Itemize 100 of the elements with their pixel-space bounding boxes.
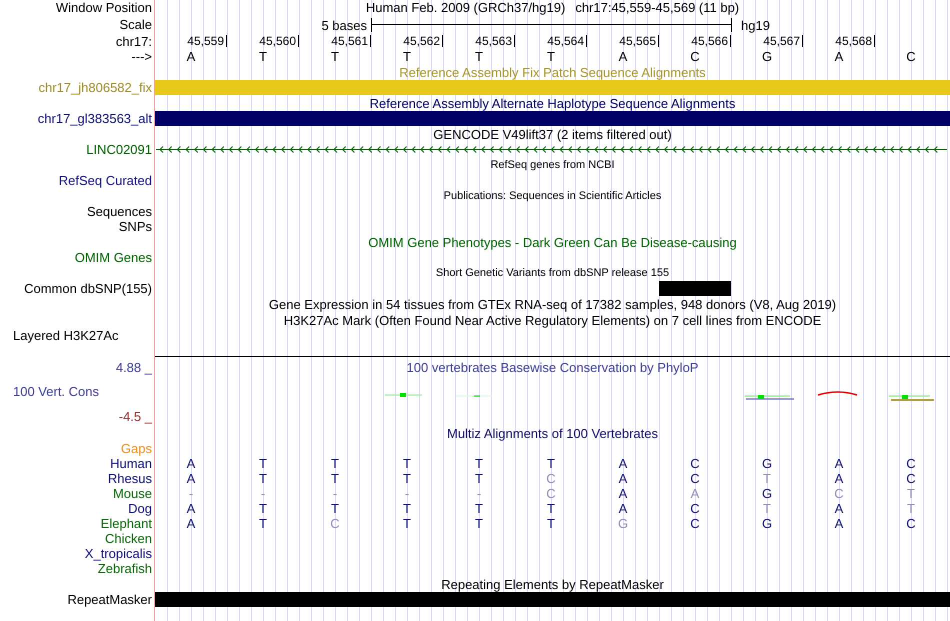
ruler-tick-label: 45,563 — [475, 35, 515, 47]
base-letter: T — [259, 49, 267, 64]
track-label[interactable]: Window Position — [56, 0, 152, 15]
ruler-tick-label: 45,560 — [259, 35, 299, 47]
track-label[interactable]: chr17: — [116, 34, 152, 48]
aligned-base: A — [834, 501, 844, 516]
track-label[interactable]: Layered H3K27Ac — [13, 328, 119, 343]
aligned-base: A — [186, 456, 196, 471]
track-label[interactable]: Common dbSNP(155) — [24, 281, 152, 296]
aligned-base: A — [690, 486, 700, 501]
base-letter: A — [618, 49, 628, 64]
aligned-base: A — [186, 471, 196, 486]
base-letter: C — [690, 49, 700, 64]
track-title: Multiz Alignments of 100 Vertebrates — [446, 426, 658, 440]
track-label[interactable]: Rhesus — [108, 471, 152, 486]
aligned-base: C — [546, 471, 556, 486]
aligned-base: A — [834, 471, 844, 486]
aligned-base: T — [547, 501, 555, 516]
base-letter: C — [906, 49, 916, 64]
track-label[interactable]: Dog — [128, 501, 152, 516]
aligned-base: T — [259, 471, 267, 486]
track-label[interactable]: chr17_gl383563_alt — [38, 111, 152, 126]
track-label[interactable]: Zebrafish — [98, 561, 152, 576]
track-title: OMIM Gene Phenotypes - Dark Green Can Be Disease-causing — [368, 234, 737, 250]
track-title: GENCODE V49lift37 (2 items filtered out) — [433, 126, 672, 142]
ruler-tick-label: 45,568 — [835, 35, 875, 47]
ruler-tick-label: 45,565 — [619, 35, 659, 47]
aligned-base: C — [690, 456, 700, 471]
aligned-base: C — [330, 516, 340, 531]
track-label[interactable]: Elephant — [100, 516, 152, 531]
track-title: Short Genetic Variants from dbSNP release 155 — [436, 266, 670, 280]
track-title: H3K27Ac Mark (Often Found Near Active Regulatory Elements) on 7 cell lines from ENCODE — [284, 312, 822, 328]
aligned-base: T — [331, 471, 339, 486]
track-label[interactable]: Chicken — [105, 531, 152, 546]
aligned-base: C — [690, 501, 700, 516]
aligned-base: A — [618, 471, 628, 486]
base-letter: T — [475, 49, 483, 64]
aligned-base: C — [906, 456, 916, 471]
aligned-base: T — [763, 501, 771, 516]
track-title: Publications: Sequences in Scientific Articles — [444, 189, 662, 203]
aligned-base: A — [186, 516, 196, 531]
gene-feature-drawing[interactable] — [156, 146, 948, 153]
aligned-base: T — [403, 516, 411, 531]
base-letter: T — [547, 49, 555, 64]
aligned-base: - — [404, 486, 410, 501]
track-label[interactable]: OMIM Genes — [74, 250, 152, 265]
base-letter: T — [331, 49, 339, 64]
aligned-base: C — [690, 516, 700, 531]
aligned-base: C — [834, 486, 844, 501]
track-title: 100 vertebrates Basewise Conservation by PhyloP — [406, 360, 698, 375]
aligned-base: T — [763, 471, 771, 486]
aligned-base: T — [403, 456, 411, 471]
base-letter: T — [403, 49, 411, 64]
aligned-base: T — [259, 501, 267, 516]
scale-assembly: hg19 — [741, 18, 770, 32]
aligned-base: C — [690, 471, 700, 486]
track-label[interactable]: 100 Vert. Cons — [0, 384, 152, 399]
aligned-base: T — [475, 501, 483, 516]
assembly-name: Human Feb. 2009 (GRCh37/hg19) — [366, 0, 566, 15]
track-label[interactable]: LINC02091 — [86, 142, 152, 157]
track-title: Reference Assembly Alternate Haplotype Sequence Alignments — [370, 96, 736, 110]
aligned-base: - — [332, 486, 338, 501]
ruler-tick-label: 45,562 — [403, 35, 443, 47]
ruler-tick-label: 45,567 — [763, 35, 803, 47]
aligned-base: C — [906, 516, 916, 531]
aligned-base: T — [403, 501, 411, 516]
aligned-base: - — [476, 486, 482, 501]
aligned-base: A — [618, 486, 628, 501]
aligned-base: T — [331, 501, 339, 516]
track-label[interactable]: Sequences — [86, 204, 152, 219]
track-label[interactable]: Human — [110, 456, 152, 471]
aligned-base: T — [259, 456, 267, 471]
aligned-base: C — [906, 471, 916, 486]
track-title: Repeating Elements by RepeatMasker — [441, 576, 664, 592]
aligned-base: G — [762, 516, 772, 531]
track-label[interactable]: SNPs — [118, 219, 152, 234]
aligned-base: T — [907, 501, 915, 516]
track-label[interactable]: RefSeq Curated — [58, 173, 152, 188]
aligned-base: - — [260, 486, 266, 501]
aligned-base: A — [618, 456, 628, 471]
track-label[interactable]: ---> — [131, 49, 152, 64]
ruler-tick-label: 45,561 — [331, 35, 371, 47]
ruler-tick-label: 45,564 — [547, 35, 587, 47]
aligned-base: T — [403, 471, 411, 486]
aligned-base: G — [762, 486, 772, 501]
track-label[interactable]: Scale — [119, 16, 152, 32]
base-letter: G — [762, 49, 772, 64]
aligned-base: T — [907, 486, 915, 501]
aligned-base: T — [475, 516, 483, 531]
track-label[interactable]: RepeatMasker — [67, 592, 152, 607]
aligned-base: A — [618, 501, 628, 516]
aligned-base: T — [475, 456, 483, 471]
track-label[interactable]: X_tropicalis — [84, 546, 152, 561]
aligned-base: C — [546, 486, 556, 501]
ruler-tick-label: 45,566 — [691, 35, 731, 47]
track-label[interactable]: Mouse — [112, 486, 152, 501]
scale-span-label: 5 bases — [320, 18, 368, 32]
aligned-base: G — [618, 516, 628, 531]
position-range: chr17:45,559-45,569 (11 bp) — [575, 0, 740, 15]
ruler-tick-label: 45,559 — [187, 35, 227, 47]
